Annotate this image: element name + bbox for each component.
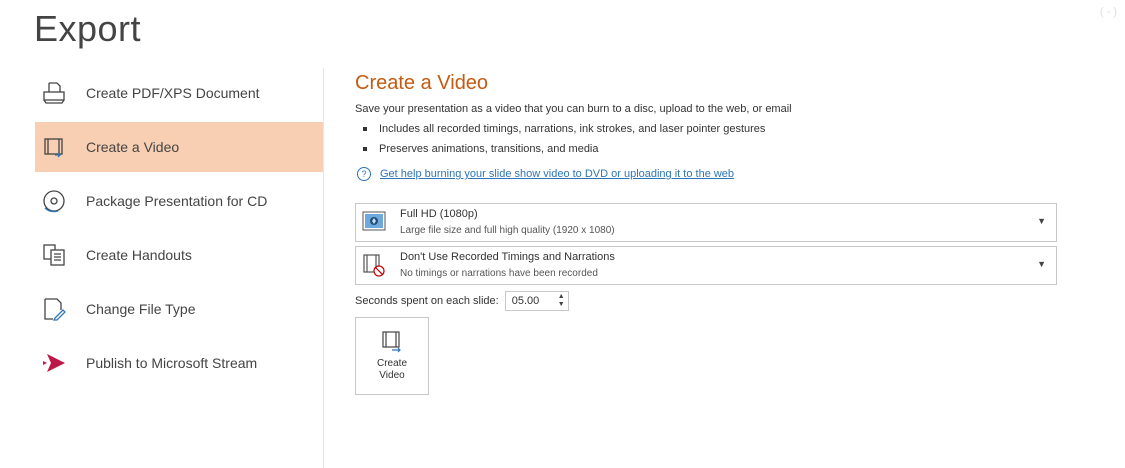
sidebar-item-label: Create Handouts: [86, 247, 192, 263]
sidebar-item-create-handouts[interactable]: Create Handouts: [35, 230, 323, 280]
pdf-document-icon: [39, 78, 69, 108]
page-title: Export: [34, 8, 142, 49]
seconds-input[interactable]: [505, 295, 558, 307]
sidebar-item-create-video[interactable]: Create a Video: [35, 122, 323, 172]
stepper-arrows[interactable]: ▲ ▼: [558, 293, 571, 309]
chevron-down-icon: ▼: [1037, 216, 1046, 226]
help-question-icon: ?: [357, 167, 371, 181]
change-file-type-icon: [39, 294, 69, 324]
help-row: ? Get help burning your slide show video…: [355, 167, 1060, 181]
stepper-up-icon[interactable]: ▲: [558, 293, 565, 301]
sidebar-divider: [323, 68, 324, 468]
sidebar-item-change-file-type[interactable]: Change File Type: [35, 284, 323, 334]
sidebar-item-label: Create a Video: [86, 139, 180, 155]
section-description: Save your presentation as a video that y…: [355, 103, 792, 115]
create-video-panel: Create a Video Save your presentation as…: [355, 72, 1060, 395]
section-title: Create a Video: [355, 72, 489, 94]
create-video-label: Create Video: [376, 358, 407, 381]
seconds-label: Seconds spent on each slide:: [355, 295, 499, 307]
sidebar-item-package-cd[interactable]: Package Presentation for CD: [35, 176, 323, 226]
video-quality-dropdown[interactable]: Full HD (1080p) Large file size and full…: [355, 203, 1057, 242]
list-item: Includes all recorded timings, narration…: [355, 119, 1060, 139]
sidebar-item-label: Create PDF/XPS Document: [86, 85, 260, 101]
dropdown-title: Don't Use Recorded Timings and Narration…: [400, 251, 615, 263]
sidebar-item-publish-stream[interactable]: Publish to Microsoft Stream: [35, 338, 323, 388]
microsoft-stream-icon: [39, 348, 69, 378]
create-video-button[interactable]: Create Video: [355, 317, 429, 395]
stepper-down-icon[interactable]: ▼: [558, 301, 565, 309]
sidebar-item-label: Package Presentation for CD: [86, 193, 268, 209]
cd-disc-icon: [39, 186, 69, 216]
handouts-icon: [39, 240, 69, 270]
list-item: Preserves animations, transitions, and m…: [355, 139, 1060, 159]
timings-dropdown[interactable]: Don't Use Recorded Timings and Narration…: [355, 246, 1057, 285]
seconds-row: Seconds spent on each slide: ▲ ▼: [355, 291, 1060, 311]
video-icon: [381, 330, 403, 354]
sidebar-item-label: Publish to Microsoft Stream: [86, 355, 258, 371]
dropdown-title: Full HD (1080p): [400, 208, 478, 220]
no-timings-icon: [361, 252, 387, 278]
monitor-quality-icon: [361, 209, 387, 235]
seconds-stepper[interactable]: ▲ ▼: [504, 291, 571, 311]
sidebar-item-label: Change File Type: [86, 301, 196, 317]
export-sidebar: Create PDF/XPS Document Create a Video P…: [35, 68, 323, 392]
corner-mark: ( - ): [1099, 6, 1117, 18]
sidebar-item-create-pdf[interactable]: Create PDF/XPS Document: [35, 68, 323, 118]
dropdown-subtitle: Large file size and full high quality (1…: [400, 225, 615, 236]
chevron-down-icon: ▼: [1037, 259, 1046, 269]
feature-list: Includes all recorded timings, narration…: [355, 119, 1060, 159]
video-icon: [39, 132, 69, 162]
help-link[interactable]: Get help burning your slide show video t…: [380, 168, 734, 180]
dropdown-subtitle: No timings or narrations have been recor…: [400, 268, 598, 279]
